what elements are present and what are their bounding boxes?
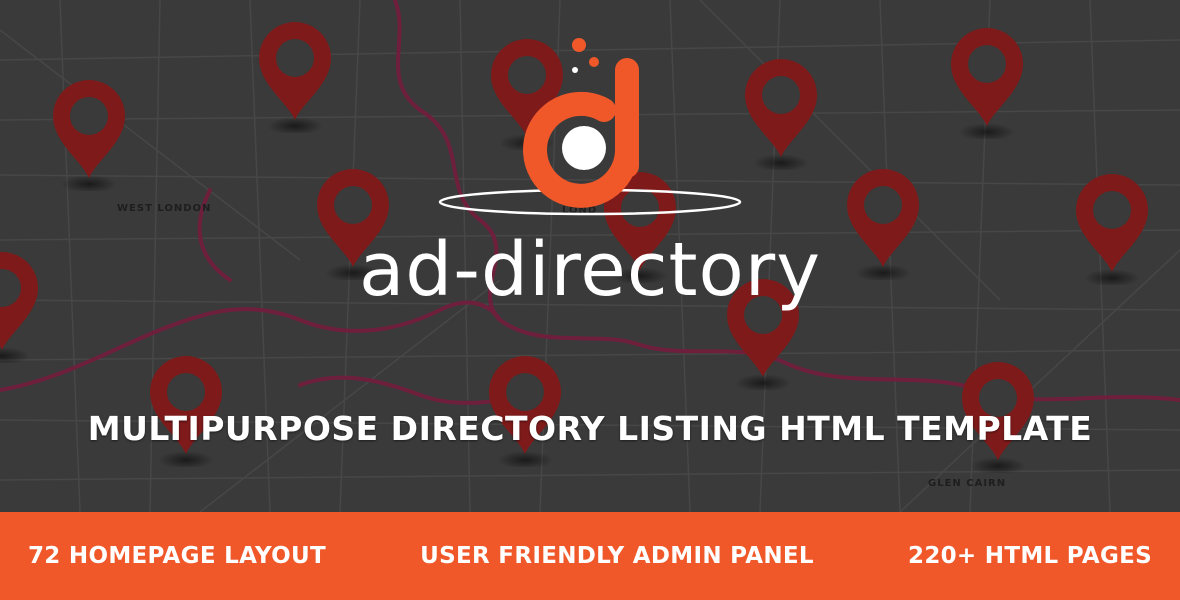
map-label-glen-cairn: GLEN CAIRN [928, 478, 1006, 489]
map-label-west-london: WEST LONDON [117, 203, 211, 214]
promo-banner: WEST LONDON GLEN CAIRN LOND ad-directory… [0, 0, 1180, 600]
features-bar: 72 HOMEPAGE LAYOUT USER FRIENDLY ADMIN P… [0, 512, 1180, 600]
feature-admin-panel: USER FRIENDLY ADMIN PANEL [420, 543, 814, 569]
feature-homepage-layouts: 72 HOMEPAGE LAYOUT [28, 543, 326, 569]
tagline: MULTIPURPOSE DIRECTORY LISTING HTML TEMP… [87, 409, 1093, 448]
feature-html-pages: 220+ HTML PAGES [908, 543, 1152, 569]
brand-name: ad-directory [358, 227, 822, 313]
